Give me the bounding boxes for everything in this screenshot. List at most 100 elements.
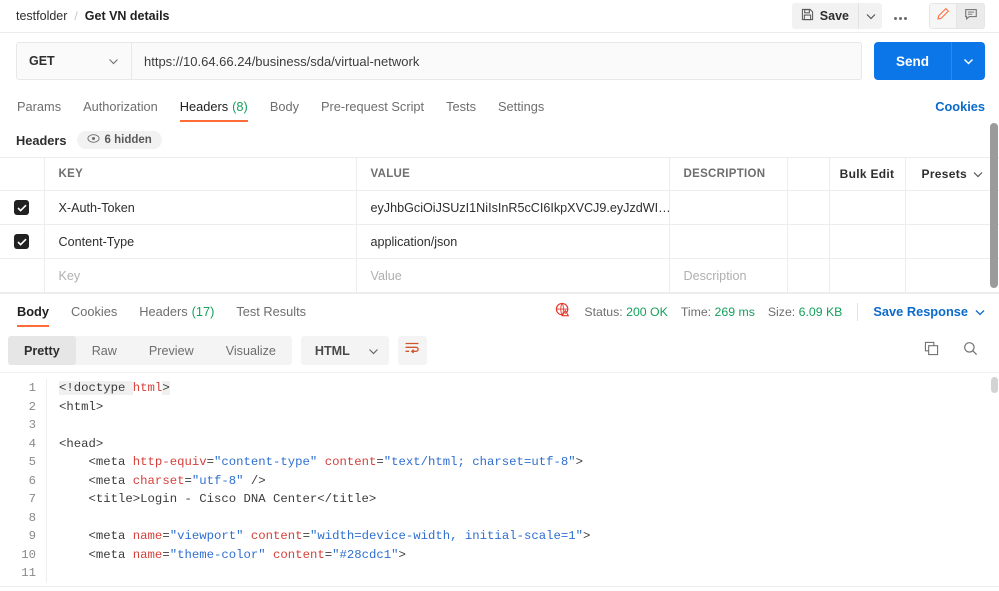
tab-authorization[interactable]: Authorization — [72, 90, 169, 122]
row-spacer-cell — [905, 258, 999, 293]
method-selector[interactable]: GET — [17, 43, 132, 79]
edit-button[interactable] — [929, 3, 957, 29]
row-spacer-cell — [829, 190, 906, 225]
chevron-down-icon — [866, 7, 876, 25]
column-key: KEY — [44, 158, 357, 191]
code-token: = — [184, 473, 192, 488]
presets-label: Presets — [921, 167, 967, 181]
new-row-value-cell[interactable]: Value — [356, 258, 670, 293]
checkbox-checked-icon[interactable] — [14, 234, 30, 249]
breadcrumb-folder[interactable]: testfolder — [16, 9, 67, 23]
code-token: "#28cdc1" — [332, 547, 399, 562]
tab-label: Body — [269, 98, 299, 114]
pencil-icon — [936, 7, 950, 26]
response-tab-cookies[interactable]: Cookies — [60, 294, 128, 330]
view-mode-segmented-control: Pretty Raw Preview Visualize — [8, 336, 292, 365]
row-description-cell[interactable] — [669, 190, 788, 225]
row-spacer-cell — [829, 224, 906, 259]
save-response-button[interactable]: Save Response — [873, 304, 985, 319]
mode-raw[interactable]: Raw — [76, 336, 133, 365]
bulk-edit-button[interactable]: Bulk Edit — [829, 158, 906, 191]
row-key-cell[interactable]: Content-Type — [44, 224, 357, 259]
ssl-warning-globe-icon[interactable] — [555, 302, 571, 321]
row-spacer-cell — [787, 258, 830, 293]
size-value: 6.09 KB — [798, 304, 843, 319]
column-description-label: DESCRIPTION — [683, 168, 766, 180]
new-row-description-placeholder: Description — [683, 268, 747, 283]
word-wrap-button[interactable] — [397, 336, 427, 365]
row-checkbox-cell[interactable] — [0, 224, 45, 259]
tab-params[interactable]: Params — [6, 90, 72, 122]
divider — [857, 302, 859, 321]
code-token: "theme-color" — [169, 547, 266, 562]
row-description-text — [670, 225, 787, 258]
code-token: name — [132, 547, 163, 562]
response-tab-body[interactable]: Body — [6, 294, 60, 330]
row-value-cell[interactable]: application/json — [356, 224, 670, 259]
send-dropdown-button[interactable] — [951, 42, 985, 80]
checkbox-unchecked-icon[interactable] — [14, 268, 29, 283]
checkbox-checked-icon[interactable] — [14, 200, 30, 215]
save-button[interactable]: Save — [792, 3, 858, 29]
save-dropdown-button[interactable] — [858, 3, 882, 29]
size-label: Size: — [767, 304, 796, 319]
line-number: 4 — [28, 436, 36, 451]
table-header-row: KEY VALUE DESCRIPTION Bulk Edit Presets — [0, 158, 999, 191]
tab-headers[interactable]: Headers (8) — [169, 90, 259, 122]
code-token: = — [206, 455, 214, 469]
row-description-cell[interactable] — [669, 224, 788, 259]
column-value: VALUE — [356, 158, 670, 191]
tab-pre-request-script[interactable]: Pre-request Script — [310, 90, 435, 122]
code-token: > — [575, 455, 583, 469]
code-token: html — [132, 381, 163, 395]
code-token: "viewport" — [169, 529, 244, 543]
row-checkbox-cell[interactable] — [0, 190, 45, 225]
more-actions-button[interactable] — [885, 3, 915, 29]
request-pane-scrollbar[interactable] — [990, 123, 998, 288]
comment-button[interactable] — [957, 3, 985, 29]
cookies-link[interactable]: Cookies — [935, 99, 985, 114]
request-tabs: Params Authorization Headers (8) Body Pr… — [0, 90, 999, 122]
response-body-viewer[interactable]: 1 2 3 4 5 6 7 8 9 10 11 <!doctype html> <html> <hea… — [0, 372, 999, 591]
code-token: = — [376, 455, 384, 469]
new-row-description-cell[interactable]: Description — [669, 258, 788, 293]
code-token: name — [132, 529, 163, 543]
word-wrap-icon — [404, 341, 420, 360]
response-tab-headers[interactable]: Headers (17) — [128, 294, 225, 330]
new-row-key-cell[interactable]: Key — [44, 258, 357, 293]
code-line: <meta name="theme-color" content="#28cdc… — [59, 546, 999, 565]
select-all-cell — [0, 158, 45, 191]
send-button[interactable]: Send — [874, 42, 951, 80]
headers-table-wrapper: KEY VALUE DESCRIPTION Bulk Edit Presets … — [0, 123, 999, 293]
bulk-edit-label: Bulk Edit — [839, 167, 895, 181]
new-row-checkbox-cell[interactable] — [0, 258, 45, 293]
breadcrumb-current[interactable]: Get VN details — [85, 9, 170, 23]
code-token: "text/html; charset=utf-8" — [383, 455, 576, 469]
tab-settings[interactable]: Settings — [487, 90, 555, 122]
response-body-scrollbar[interactable] — [991, 377, 998, 393]
column-options-button[interactable] — [787, 158, 830, 191]
response-tab-test-results[interactable]: Test Results — [225, 294, 317, 330]
code-token: <html> — [59, 399, 104, 414]
search-button[interactable] — [955, 336, 985, 365]
time-label: Time: — [680, 304, 712, 319]
presets-button[interactable]: Presets — [905, 158, 999, 191]
row-key-cell[interactable]: X-Auth-Token — [44, 190, 357, 225]
url-input[interactable] — [132, 53, 861, 69]
tab-tests[interactable]: Tests — [435, 90, 487, 122]
row-value-cell[interactable]: eyJhbGciOiJSUzI1NiIsInR5cCI6IkpXVCJ9.eyJ… — [356, 190, 670, 225]
tab-body[interactable]: Body — [259, 90, 310, 122]
code-token: "width=device-width, initial-scale=1" — [309, 529, 583, 543]
hidden-badge-label: 6 hidden — [104, 134, 152, 146]
language-selector[interactable]: HTML — [300, 336, 389, 365]
code-content[interactable]: <!doctype html> <html> <head> <meta http-… — [46, 379, 999, 583]
copy-button[interactable] — [916, 336, 946, 365]
row-key-text: X-Auth-Token — [58, 200, 135, 215]
mode-preview[interactable]: Preview — [133, 336, 210, 365]
hidden-headers-badge[interactable]: 6 hidden — [76, 131, 162, 149]
size-group: Size: 6.09 KB — [768, 305, 843, 319]
mode-pretty[interactable]: Pretty — [8, 336, 76, 365]
mode-visualize[interactable]: Visualize — [210, 336, 292, 365]
tab-label: Headers — [179, 98, 229, 114]
